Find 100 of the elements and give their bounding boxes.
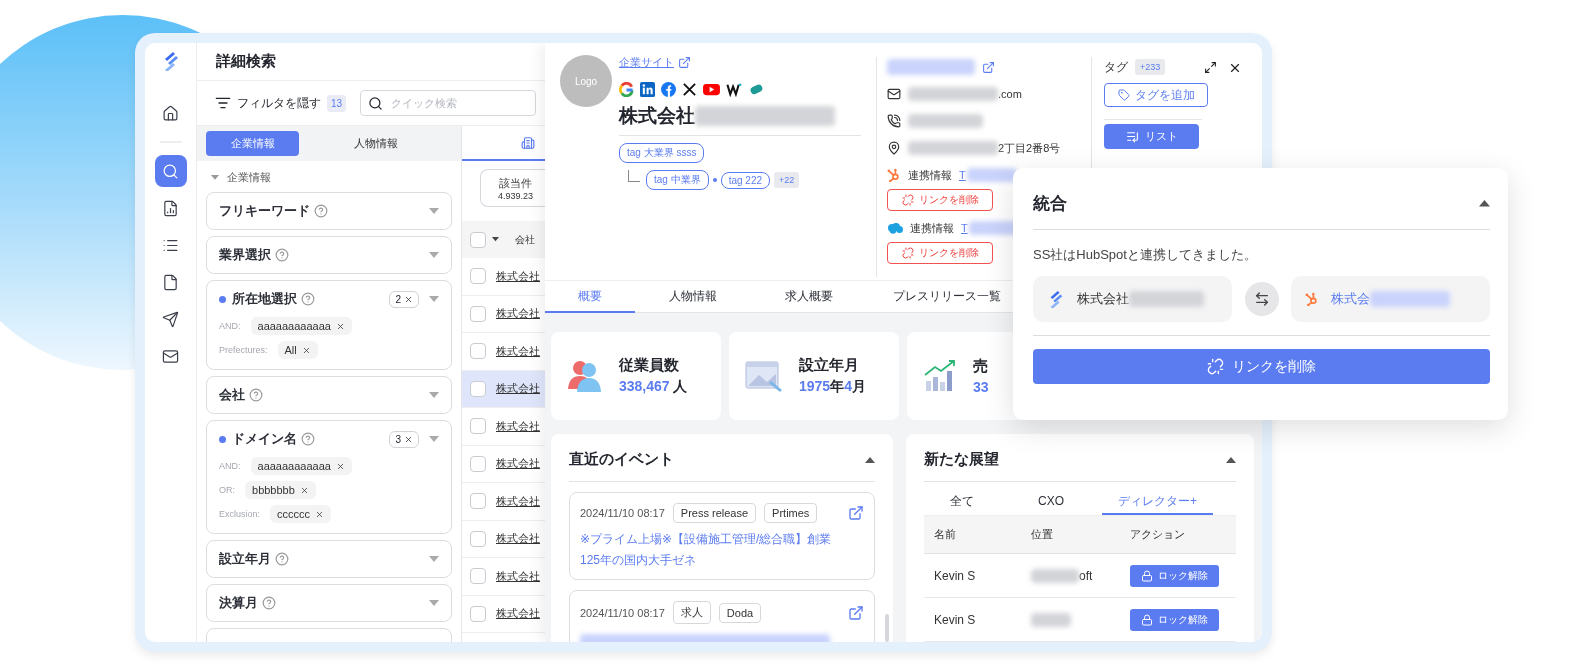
value-chip[interactable]: bbbbbbb	[245, 481, 316, 499]
company-link[interactable]: 株式会社	[496, 493, 540, 509]
filter-label: 決算月	[219, 594, 258, 612]
unlink-icon	[901, 194, 914, 206]
checkbox[interactable]	[470, 418, 486, 435]
prospect-tab[interactable]: 全て	[924, 489, 1000, 515]
unlink-button[interactable]: リンクを削除	[1033, 349, 1490, 384]
clear-icon	[404, 294, 413, 304]
detail-tab[interactable]: 人物情報	[635, 281, 751, 313]
company-link[interactable]: 株式会社	[496, 343, 540, 359]
value-chip[interactable]: cccccc	[270, 505, 332, 523]
checkbox[interactable]	[470, 493, 486, 510]
address-text: 2丁目2番8号	[998, 140, 1061, 156]
checkbox[interactable]	[470, 530, 486, 547]
section-title: 企業情報	[227, 170, 271, 185]
count-chip[interactable]: 3	[389, 430, 419, 448]
tag-icon	[1117, 89, 1130, 101]
filter-card[interactable]: フリキーワード	[206, 192, 452, 230]
caret-down-icon	[492, 237, 499, 242]
close-button[interactable]	[1228, 61, 1242, 75]
filter-toggle-button[interactable]: フィルタを隠す 13	[215, 94, 347, 112]
company-name: 株式会社	[1077, 290, 1129, 308]
checkbox[interactable]	[470, 605, 486, 622]
stat-title: 従業員数	[619, 356, 680, 375]
external-link-icon[interactable]	[848, 505, 864, 521]
remove-icon	[301, 345, 311, 355]
company-link[interactable]: 株式会社	[496, 456, 540, 472]
unlink-icon	[901, 247, 914, 259]
filter-icon	[215, 95, 231, 111]
remove-icon	[335, 321, 345, 331]
checkbox[interactable]	[470, 343, 486, 360]
filter-card[interactable]: 業界選択	[206, 236, 452, 274]
filter-label: 会社	[219, 386, 245, 404]
condition-label: AND:	[219, 321, 241, 331]
panel-title: 新たな展望	[924, 450, 999, 469]
unlink-button[interactable]: リンクを削除	[887, 189, 993, 211]
company-link[interactable]: 株式会社	[496, 268, 540, 284]
checkbox[interactable]	[470, 268, 486, 285]
external-link-icon[interactable]	[848, 604, 864, 621]
tag-chip[interactable]: tag 中業界	[646, 170, 709, 190]
checkbox[interactable]	[470, 455, 486, 472]
filter-count: 13	[327, 94, 347, 112]
checkbox[interactable]	[470, 231, 486, 248]
company-link[interactable]: 株式会社	[496, 531, 540, 547]
site-link[interactable]: 企業サイト	[619, 55, 691, 70]
phone-icon	[887, 114, 901, 128]
detail-tab[interactable]: 求人概要	[751, 281, 867, 313]
condition-label: AND:	[219, 461, 241, 471]
expand-button[interactable]	[1204, 61, 1217, 75]
list-button[interactable]: リスト	[1104, 124, 1199, 149]
value-chip[interactable]: All	[277, 341, 318, 359]
tag-chip[interactable]: tag 大業界 ssss	[619, 143, 705, 163]
company-link[interactable]: 株式会	[1331, 290, 1370, 308]
checkbox[interactable]	[470, 305, 486, 322]
count-chip[interactable]: 2	[389, 290, 419, 308]
unlock-button[interactable]: ロック解除	[1130, 564, 1219, 587]
company-name: 株式会社	[619, 104, 695, 128]
caret-down-icon	[429, 252, 439, 258]
value-chip[interactable]: aaaaaaaaaaaa	[250, 317, 352, 335]
company-link[interactable]: 株式会社	[496, 606, 540, 622]
person-name: Kevin S	[934, 568, 977, 583]
add-tag-button[interactable]: タグを追加	[1104, 83, 1208, 107]
unlink-button[interactable]: リンクを削除	[887, 242, 993, 264]
filter-card[interactable]: 会社	[206, 376, 452, 414]
close-icon	[1228, 61, 1242, 75]
caret-down-icon	[429, 436, 439, 442]
filter-tab[interactable]: 企業情報	[206, 131, 299, 156]
filter-card[interactable]: 所在地選択 2 AND: aaaaaaaaaaaa Prefectures: All	[206, 280, 452, 370]
integration-link[interactable]: T	[961, 222, 968, 234]
search-field[interactable]: クイック検索	[360, 90, 537, 116]
scrollbar	[885, 614, 889, 642]
prospect-tab[interactable]: CXO	[1000, 489, 1102, 515]
company-link[interactable]: 株式会社	[496, 306, 540, 322]
lock-icon	[1141, 569, 1153, 582]
table-row[interactable]: 株式会社	[462, 370, 545, 408]
company-link[interactable]: 株式会社	[496, 568, 540, 584]
column-header: 名前	[934, 527, 957, 542]
unlock-button[interactable]: ロック解除	[1130, 608, 1219, 631]
tag-chip[interactable]: tag 222	[720, 171, 771, 189]
mail-icon	[887, 87, 901, 101]
w-icon	[726, 82, 742, 97]
checkbox[interactable]	[470, 380, 486, 397]
integration-link[interactable]: T	[959, 169, 966, 181]
home-icon	[162, 104, 179, 122]
filter-tab[interactable]: 人物情報	[329, 131, 422, 156]
detail-tab[interactable]: プレスリリース一覧	[867, 281, 1027, 313]
filter-card[interactable]: 決算月	[206, 584, 452, 622]
filter-card[interactable]: 設立年月	[206, 540, 452, 578]
dot-separator	[712, 178, 717, 182]
stat-title: 設立年月	[799, 356, 860, 375]
checkbox[interactable]	[470, 568, 486, 585]
event-tag: Doda	[718, 602, 762, 623]
event-link[interactable]: ※プライム上場※【設備施工管理/総合職】創業125年の国内大手ゼネ	[580, 529, 850, 571]
company-link[interactable]: 株式会社	[496, 381, 540, 397]
caret-down-icon	[429, 600, 439, 606]
company-link[interactable]: 株式会社	[496, 418, 540, 434]
value-chip[interactable]: aaaaaaaaaaaa	[250, 457, 352, 475]
filter-card[interactable]: ドメイン名 3 AND: aaaaaaaaaaaa OR: bbbbbbb Exclusion: cccccc	[206, 420, 452, 534]
list-add-icon	[1125, 130, 1139, 143]
event-tag: Prtimes	[764, 503, 818, 523]
